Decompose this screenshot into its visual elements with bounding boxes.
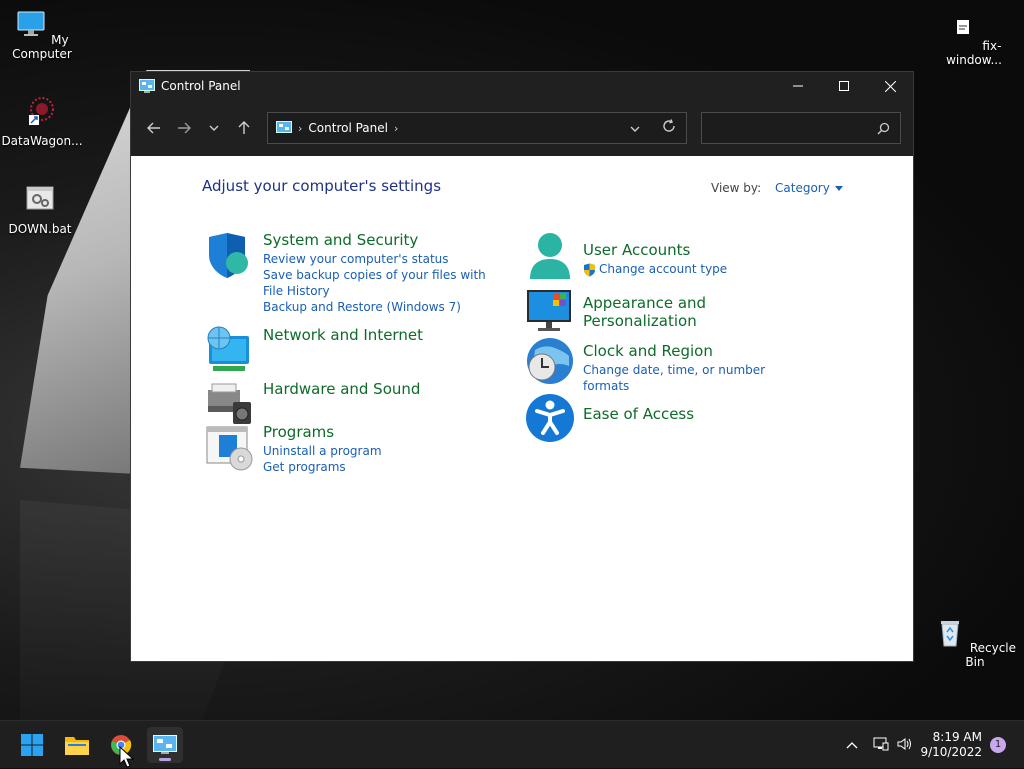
link-review-status[interactable]: Review your computer's status bbox=[263, 251, 493, 267]
chevron-down-icon bbox=[209, 125, 219, 131]
system-tray bbox=[842, 721, 916, 769]
batch-file-icon bbox=[26, 186, 54, 210]
control-panel-content: Adjust your computer's settings View by:… bbox=[131, 156, 913, 661]
start-button[interactable] bbox=[14, 727, 50, 763]
category-title[interactable]: Ease of Access bbox=[583, 405, 813, 423]
clock-date: 9/10/2022 bbox=[920, 745, 982, 759]
link-change-date-time[interactable]: Change date, time, or number formats bbox=[583, 362, 813, 394]
desktop-icon-recycle-bin[interactable]: Recycle Bin bbox=[933, 616, 1017, 669]
notification-badge[interactable]: 1 bbox=[990, 737, 1006, 753]
title-bar[interactable]: Control Panel bbox=[131, 72, 913, 100]
recycle-bin-icon bbox=[940, 621, 959, 647]
folder-icon bbox=[65, 737, 89, 755]
network-icon bbox=[873, 737, 889, 750]
view-by-label: View by: bbox=[711, 181, 762, 195]
breadcrumb-control-panel[interactable]: Control Panel bbox=[308, 121, 388, 135]
category-title[interactable]: User Accounts bbox=[583, 241, 813, 259]
back-button[interactable] bbox=[139, 113, 169, 143]
accessibility-icon bbox=[526, 394, 574, 442]
search-icon bbox=[877, 122, 890, 134]
windows-logo-icon bbox=[21, 734, 43, 756]
view-by: View by: Category bbox=[711, 181, 843, 195]
minimize-button[interactable] bbox=[775, 72, 821, 100]
category-title[interactable]: Network and Internet bbox=[263, 326, 493, 344]
category-title[interactable]: Appearance and Personalization bbox=[583, 294, 813, 330]
category-title[interactable]: Hardware and Sound bbox=[263, 380, 493, 398]
refresh-icon bbox=[663, 119, 675, 132]
monitor-icon bbox=[17, 11, 45, 36]
arrow-right-icon bbox=[178, 122, 191, 134]
taskbar: 8:19 AM 9/10/2022 1 bbox=[0, 720, 1024, 768]
maximize-icon bbox=[839, 81, 849, 91]
category-title[interactable]: Clock and Region bbox=[583, 342, 813, 360]
breadcrumb-separator[interactable]: › bbox=[298, 122, 302, 135]
clock-time: 8:19 AM bbox=[932, 730, 982, 744]
desktop-icon-my-computer[interactable]: My Computer bbox=[0, 8, 84, 61]
link-backup-restore[interactable]: Backup and Restore (Windows 7) bbox=[263, 299, 493, 315]
link-get-programs[interactable]: Get programs bbox=[263, 459, 493, 475]
desktop-icon-down-bat[interactable]: DOWN.bat bbox=[0, 183, 82, 236]
close-icon bbox=[884, 80, 896, 92]
programs-icon bbox=[206, 426, 253, 471]
recent-locations-button[interactable] bbox=[199, 113, 229, 143]
maximize-button[interactable] bbox=[821, 72, 867, 100]
link-file-history[interactable]: Save backup copies of your files with Fi… bbox=[263, 267, 493, 299]
file-explorer-taskbar[interactable] bbox=[59, 727, 95, 763]
category-title[interactable]: Programs bbox=[263, 423, 493, 441]
mouse-cursor-icon bbox=[119, 746, 135, 768]
search-box[interactable] bbox=[701, 112, 901, 144]
caret-down-icon bbox=[834, 186, 843, 191]
link-change-account-type[interactable]: Change account type bbox=[583, 261, 813, 277]
chevron-up-icon bbox=[846, 742, 858, 749]
clock-globe-icon bbox=[527, 338, 573, 384]
arrow-left-icon bbox=[147, 122, 160, 134]
arrow-up-icon bbox=[238, 121, 250, 134]
appearance-monitor-icon bbox=[527, 290, 571, 331]
desktop-icon-label: DOWN.bat bbox=[8, 222, 72, 236]
network-globe-icon bbox=[207, 326, 249, 371]
up-button[interactable] bbox=[229, 113, 259, 143]
minimize-icon bbox=[793, 85, 803, 87]
control-panel-icon bbox=[153, 735, 177, 754]
close-button[interactable] bbox=[867, 72, 913, 100]
window-title: Control Panel bbox=[161, 79, 241, 93]
shield-icon bbox=[209, 233, 248, 278]
network-tray-icon[interactable] bbox=[868, 737, 894, 754]
speaker-icon bbox=[897, 737, 911, 750]
navigation-bar: › Control Panel › bbox=[131, 100, 913, 156]
control-panel-icon bbox=[139, 79, 155, 93]
category-title[interactable]: System and Security bbox=[263, 231, 493, 249]
control-panel-window: Control Panel › Control Panel › Adjust y… bbox=[130, 71, 914, 662]
view-by-dropdown[interactable]: Category bbox=[775, 181, 843, 195]
chevron-down-icon bbox=[630, 126, 640, 132]
control-panel-icon bbox=[276, 121, 292, 133]
link-uninstall-program[interactable]: Uninstall a program bbox=[263, 443, 493, 459]
active-indicator bbox=[159, 758, 171, 761]
address-dropdown-button[interactable] bbox=[618, 121, 652, 136]
desktop-icon-datawagon[interactable]: DataWagon... bbox=[0, 95, 84, 148]
desktop-icon-label: Recycle Bin bbox=[965, 641, 1017, 669]
datawagon-icon bbox=[29, 97, 54, 125]
forward-button[interactable] bbox=[169, 113, 199, 143]
uac-shield-icon bbox=[584, 263, 595, 276]
taskbar-clock[interactable]: 8:19 AM 9/10/2022 bbox=[920, 730, 982, 760]
control-panel-taskbar[interactable] bbox=[147, 727, 183, 763]
file-icon bbox=[956, 20, 969, 34]
address-bar[interactable]: › Control Panel › bbox=[267, 112, 687, 144]
desktop-icon-fix-window[interactable]: fix-window... bbox=[932, 14, 1016, 67]
page-title: Adjust your computer's settings bbox=[202, 177, 442, 195]
refresh-button[interactable] bbox=[652, 119, 686, 137]
breadcrumb-separator[interactable]: › bbox=[394, 122, 398, 135]
volume-tray-icon[interactable] bbox=[894, 737, 916, 754]
desktop-icon-label: DataWagon... bbox=[1, 134, 83, 148]
show-hidden-icons-button[interactable] bbox=[842, 738, 862, 752]
user-icon bbox=[530, 233, 570, 279]
